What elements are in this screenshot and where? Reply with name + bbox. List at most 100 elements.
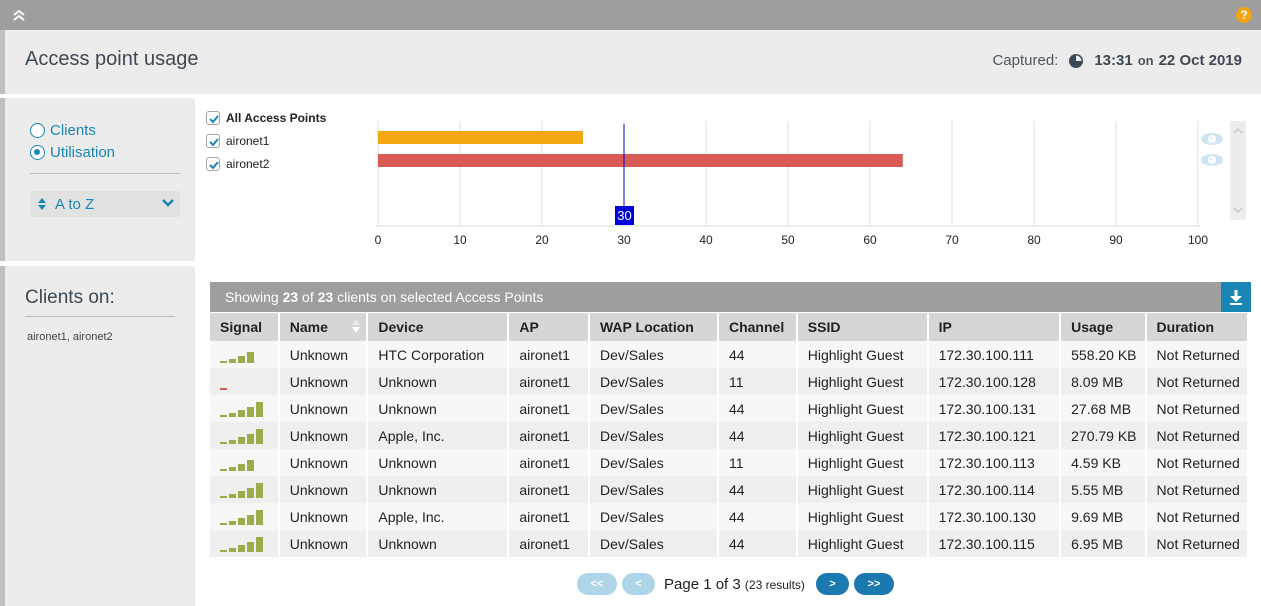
table-row[interactable]: Unknown Apple, Inc. aironet1 Dev/Sales 44 Hig… (210, 503, 1247, 530)
signal-cell (210, 503, 278, 530)
double-chevron-up-icon[interactable] (10, 6, 28, 24)
cell-wap-location: Dev/Sales (589, 422, 717, 449)
divider (30, 173, 180, 174)
checkbox-aironet2[interactable]: aironet2 (206, 152, 326, 175)
cell-duration: Not Returned (1146, 422, 1247, 449)
column-header-signal[interactable]: Signal (210, 313, 278, 341)
signal-bar (247, 406, 254, 417)
summary-of: of (298, 289, 318, 305)
checkbox-label: All Access Points (226, 110, 327, 125)
table-row[interactable]: Unknown Apple, Inc. aironet1 Dev/Sales 44 Hig… (210, 422, 1247, 449)
utilisation-chart: 0 10 20 30 40 50 60 70 80 90 100 30 (360, 115, 1223, 250)
column-header-wap-location[interactable]: WAP Location (589, 313, 717, 341)
signal-bar (256, 428, 263, 444)
radio-button[interactable] (30, 145, 45, 160)
table-row[interactable]: Unknown Unknown aironet1 Dev/Sales 11 Highlig… (210, 449, 1247, 476)
sort-indicator-icon[interactable] (352, 318, 361, 334)
signal-bar (238, 517, 245, 525)
cell-channel: 11 (718, 368, 796, 395)
column-header-channel[interactable]: Channel (718, 313, 796, 341)
x-tick-label: 30 (617, 233, 631, 247)
cell-usage: 270.79 KB (1061, 422, 1145, 449)
cell-ap: aironet1 (509, 449, 588, 476)
column-header-name[interactable]: Name (279, 313, 367, 341)
column-header-ap[interactable]: AP (509, 313, 588, 341)
table-row[interactable]: Unknown Unknown aironet1 Dev/Sales 44 Highlig… (210, 395, 1247, 422)
page-title: Access point usage (25, 48, 199, 70)
prev-page-button[interactable]: < (622, 573, 655, 595)
checkbox-label: aironet2 (226, 156, 270, 171)
column-header-usage[interactable]: Usage (1061, 313, 1145, 341)
checkbox[interactable] (206, 156, 220, 171)
cell-ssid: Highlight Guest (797, 395, 927, 422)
signal-strength-icon (220, 455, 278, 471)
cell-ip: 172.30.100.111 (928, 341, 1060, 368)
sort-dropdown[interactable]: A to Z (30, 191, 180, 217)
eye-icon[interactable] (1201, 133, 1223, 145)
signal-bar (247, 514, 254, 525)
first-page-button[interactable]: << (577, 573, 617, 595)
table-row[interactable]: Unknown HTC Corporation aironet1 Dev/Sales 4… (210, 341, 1247, 368)
signal-bar (247, 487, 254, 498)
cell-device: Unknown (368, 476, 508, 503)
bar-aironet2 (378, 154, 903, 167)
cell-device: Unknown (368, 395, 508, 422)
pagination: << < Page 1 of 3 (23 results) > >> (577, 573, 894, 595)
column-header-label: Signal (220, 319, 263, 335)
cell-channel: 44 (718, 422, 796, 449)
signal-bar (256, 401, 263, 417)
divider (25, 316, 175, 317)
next-page-button[interactable]: > (815, 573, 849, 595)
cell-name: Unknown (279, 368, 367, 395)
checkmark-icon (209, 137, 219, 146)
cell-usage: 6.95 MB (1061, 530, 1145, 557)
signal-strength-icon (220, 509, 278, 525)
cell-ip: 172.30.100.130 (928, 503, 1060, 530)
signal-bar (238, 436, 245, 444)
signal-bar (220, 495, 227, 498)
cell-name: Unknown (279, 530, 367, 557)
checkbox-all-access-points[interactable]: All Access Points (206, 106, 326, 129)
checkbox-aironet1[interactable]: aironet1 (206, 129, 326, 152)
last-page-button[interactable]: >> (853, 573, 894, 595)
scroll-down-icon[interactable] (1233, 206, 1243, 214)
sort-icon (38, 198, 46, 210)
radio-label: Clients (50, 122, 96, 139)
cell-channel: 44 (718, 530, 796, 557)
column-header-label: Channel (728, 319, 785, 335)
checkbox[interactable] (206, 133, 220, 148)
signal-cell (210, 530, 278, 557)
cell-device: Unknown (368, 368, 508, 395)
page-text: Page 1 of 3 (664, 575, 741, 593)
radio-utilisation[interactable]: Utilisation (30, 144, 115, 161)
cell-usage: 5.55 MB (1061, 476, 1145, 503)
clients-on-aps: aironet1, aironet2 (27, 331, 113, 343)
cell-ip: 172.30.100.114 (928, 476, 1060, 503)
cell-ssid: Highlight Guest (797, 503, 927, 530)
radio-button[interactable] (30, 123, 45, 138)
column-header-ip[interactable]: IP (928, 313, 1060, 341)
cell-channel: 44 (718, 476, 796, 503)
eye-icon[interactable] (1201, 154, 1223, 166)
column-header-duration[interactable]: Duration (1146, 313, 1247, 341)
table-row[interactable]: Unknown Unknown aironet1 Dev/Sales 44 Highlig… (210, 476, 1247, 503)
scroll-up-icon[interactable] (1233, 127, 1243, 135)
column-header-ssid[interactable]: SSID (797, 313, 927, 341)
chart-scrollbar[interactable] (1230, 121, 1246, 220)
signal-bar (238, 355, 245, 363)
view-options-panel: Clients Utilisation A to Z (0, 98, 195, 261)
download-button[interactable] (1221, 282, 1251, 312)
table-summary-bar: Showing 23 of 23 clients on selected Acc… (210, 282, 1251, 312)
checkbox[interactable] (206, 110, 220, 125)
table-row[interactable]: Unknown Unknown aironet1 Dev/Sales 11 Highlig… (210, 368, 1247, 395)
cell-wap-location: Dev/Sales (589, 449, 717, 476)
x-tick-label: 80 (1027, 233, 1041, 247)
cell-name: Unknown (279, 503, 367, 530)
help-icon[interactable]: ? (1236, 7, 1252, 23)
column-header-device[interactable]: Device (368, 313, 508, 341)
captured-on: on (1137, 53, 1154, 68)
table-row[interactable]: Unknown Unknown aironet1 Dev/Sales 44 Highlig… (210, 530, 1247, 557)
cell-ssid: Highlight Guest (797, 341, 927, 368)
radio-clients[interactable]: Clients (30, 122, 96, 139)
cell-ip: 172.30.100.115 (928, 530, 1060, 557)
